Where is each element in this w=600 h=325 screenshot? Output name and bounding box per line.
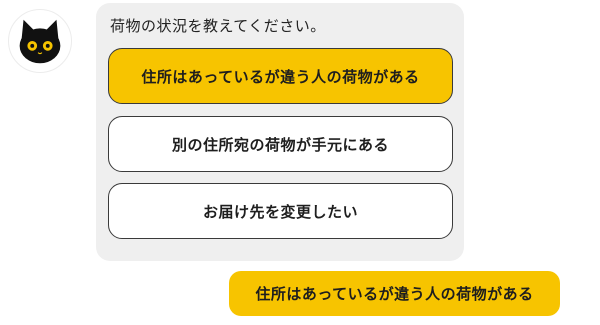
choice-label: お届け先を変更したい: [202, 202, 358, 221]
chat-stage: 荷物の状況を教えてください。 住所はあっているが違う人の荷物がある 別の住所宛の…: [0, 0, 600, 325]
bot-avatar: [8, 9, 72, 73]
bot-message-card: 荷物の状況を教えてください。 住所はあっているが違う人の荷物がある 別の住所宛の…: [96, 3, 464, 261]
bot-question-text: 荷物の状況を教えてください。: [110, 17, 326, 35]
user-reply-bubble: 住所はあっているが違う人の荷物がある: [229, 271, 560, 316]
choice-label: 別の住所宛の荷物が手元にある: [171, 135, 389, 154]
choice-change-destination-button[interactable]: お届け先を変更したい: [108, 183, 453, 239]
choice-wrong-recipient-button[interactable]: 住所はあっているが違う人の荷物がある: [108, 48, 453, 104]
choice-wrong-address-button[interactable]: 別の住所宛の荷物が手元にある: [108, 116, 453, 172]
black-cat-icon: [19, 19, 61, 64]
choice-label: 住所はあっているが違う人の荷物がある: [141, 67, 420, 86]
user-reply-text: 住所はあっているが違う人の荷物がある: [255, 285, 534, 303]
